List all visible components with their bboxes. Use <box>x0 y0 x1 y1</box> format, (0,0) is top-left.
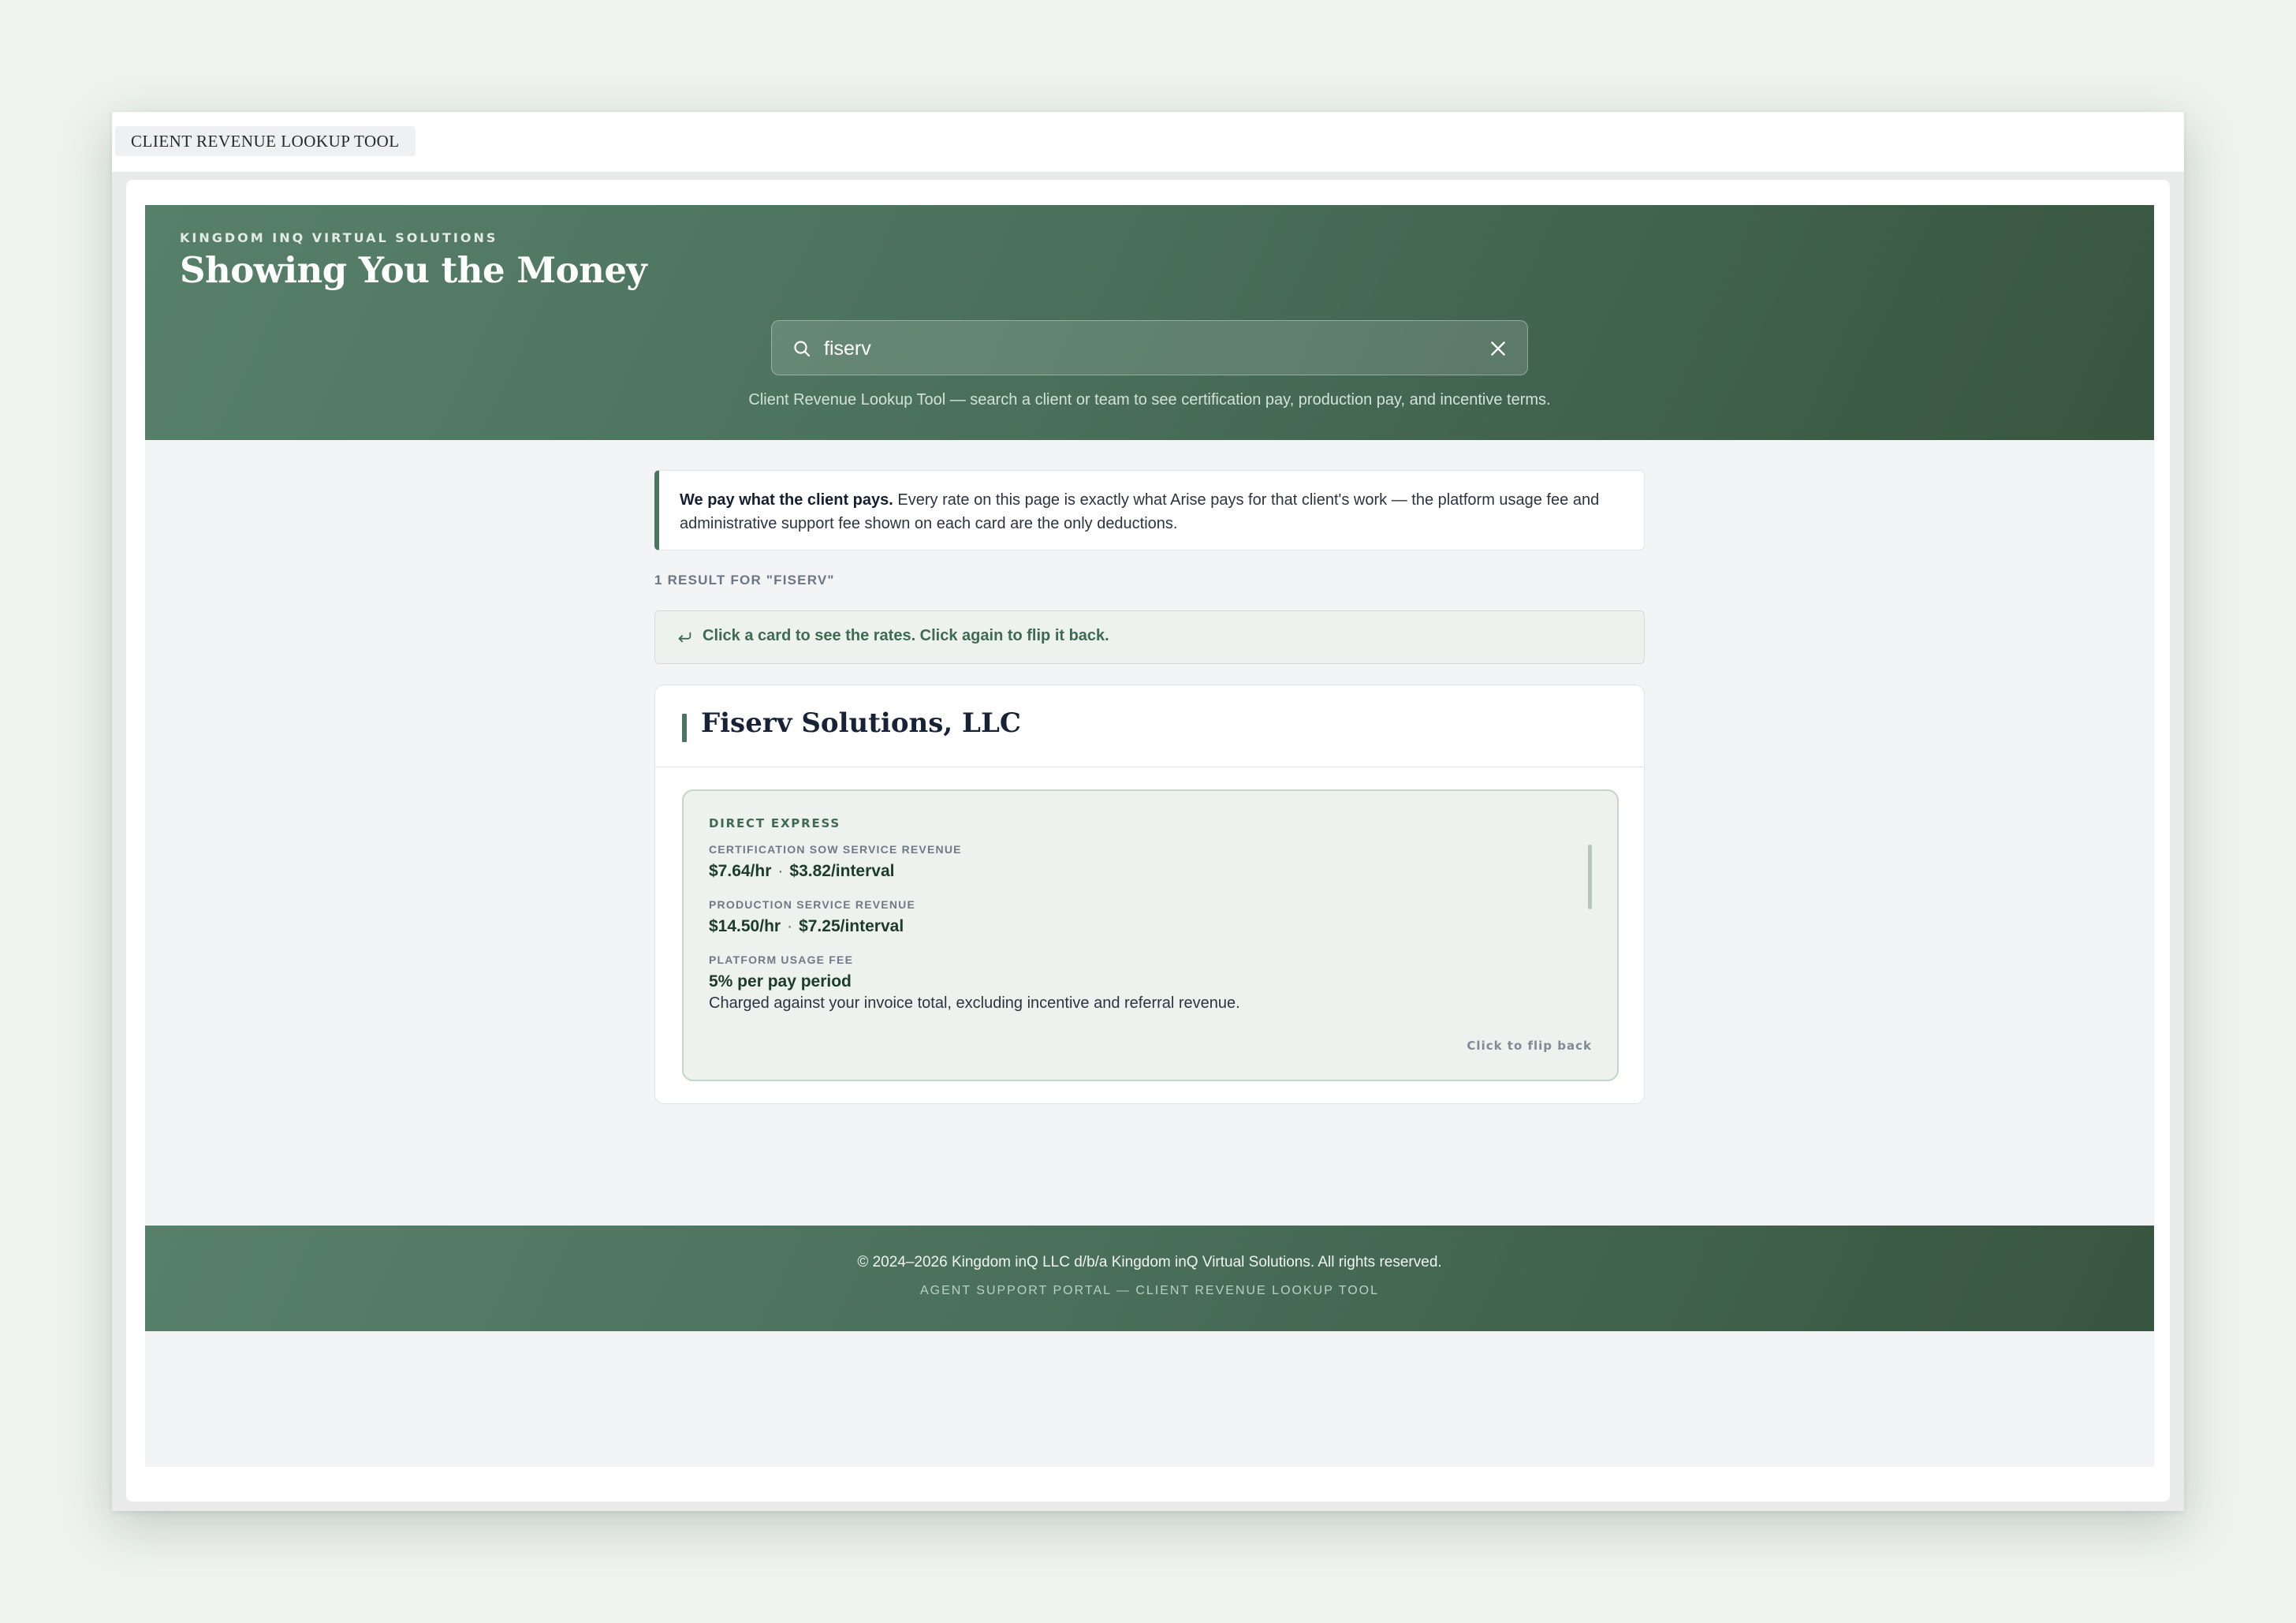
rates-scroll-region[interactable]: DIRECT EXPRESS CERTIFICATION SOW SERVICE… <box>709 813 1560 1035</box>
scrollbar[interactable] <box>1588 845 1592 909</box>
rate-item: PRODUCTION SERVICE REVENUE $14.50/hr · $7.… <box>709 898 1560 936</box>
rate-label: PLATFORM USAGE FEE <box>709 953 854 966</box>
flip-hint: Click a card to see the rates. Click aga… <box>654 610 1645 664</box>
browser-window: CLIENT REVENUE LOOKUP TOOL KINGDOM INQ V… <box>112 112 2184 1511</box>
search-input[interactable] <box>824 330 1455 367</box>
footer-tagline: AGENT SUPPORT PORTAL — CLIENT REVENUE LO… <box>920 1284 1379 1297</box>
card-rates-panel[interactable]: DIRECT EXPRESS CERTIFICATION SOW SERVICE… <box>682 789 1619 1081</box>
rate-label: PRODUCTION SERVICE REVENUE <box>709 898 915 911</box>
footer-copyright: © 2024–2026 Kingdom inQ LLC d/b/a Kingdo… <box>857 1254 1442 1270</box>
rate-value: $7.64/hr · $3.82/interval <box>709 862 1560 881</box>
result-count: 1 RESULT FOR "FISERV" <box>654 573 835 588</box>
notice-bold: We pay what the client pays. <box>680 491 893 509</box>
rate-hourly: $14.50/hr <box>709 917 781 935</box>
rate-value: 5% per pay period <box>709 972 852 991</box>
page-sheet: KINGDOM INQ VIRTUAL SOLUTIONS Showing Yo… <box>126 180 2170 1502</box>
window-topbar: CLIENT REVENUE LOOKUP TOOL <box>112 112 2184 172</box>
rate-separator: · <box>777 862 784 880</box>
hero-subtitle: Client Revenue Lookup Tool — search a cl… <box>748 391 1551 409</box>
rate-item: PLATFORM USAGE FEE 5% per pay period Cha… <box>709 953 1560 1013</box>
search-box[interactable] <box>771 320 1528 375</box>
window-tab[interactable]: CLIENT REVENUE LOOKUP TOOL <box>115 126 416 156</box>
rate-hourly: $7.64/hr <box>709 862 772 880</box>
page-title: Showing You the Money <box>180 249 647 291</box>
hero-header: KINGDOM INQ VIRTUAL SOLUTIONS Showing Yo… <box>145 205 2154 440</box>
card-header: Fiserv Solutions, LLC <box>655 685 1644 767</box>
client-card[interactable]: Fiserv Solutions, LLC DIRECT EXPRESS CER… <box>654 685 1645 1104</box>
rate-item: CERTIFICATION SOW SERVICE REVENUE $7.64/… <box>709 843 1560 881</box>
rate-interval: $3.82/interval <box>789 862 895 880</box>
rate-interval: $7.25/interval <box>799 917 904 935</box>
brand-eyebrow: KINGDOM INQ VIRTUAL SOLUTIONS <box>180 230 498 245</box>
rate-note: Charged against your invoice total, excl… <box>709 994 1240 1012</box>
flip-back-label: Click to flip back <box>1467 1039 1592 1053</box>
page-footer: © 2024–2026 Kingdom inQ LLC d/b/a Kingdo… <box>145 1226 2154 1331</box>
pay-notice: We pay what the client pays. Every rate … <box>654 470 1645 550</box>
flip-arrow-icon <box>678 632 691 643</box>
program-label: DIRECT EXPRESS <box>709 816 841 830</box>
hint-text: Click a card to see the rates. Click aga… <box>703 627 1109 644</box>
rate-label: CERTIFICATION SOW SERVICE REVENUE <box>709 843 962 856</box>
search-icon <box>794 341 811 357</box>
client-name: Fiserv Solutions, LLC <box>701 707 1021 739</box>
page-content: KINGDOM INQ VIRTUAL SOLUTIONS Showing Yo… <box>145 205 2154 1467</box>
rate-separator: · <box>787 917 793 935</box>
card-accent-bar <box>682 714 687 742</box>
rate-value: $14.50/hr · $7.25/interval <box>709 917 1560 936</box>
close-icon[interactable] <box>1488 338 1508 359</box>
